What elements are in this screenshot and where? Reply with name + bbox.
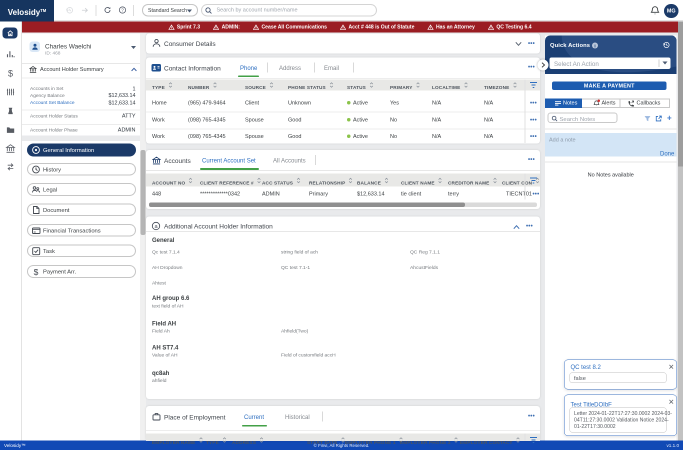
svg-text:i: i [594,43,595,48]
svg-text:$: $ [8,68,13,78]
svg-text:$: $ [34,267,39,276]
svg-text:?: ? [121,8,124,13]
